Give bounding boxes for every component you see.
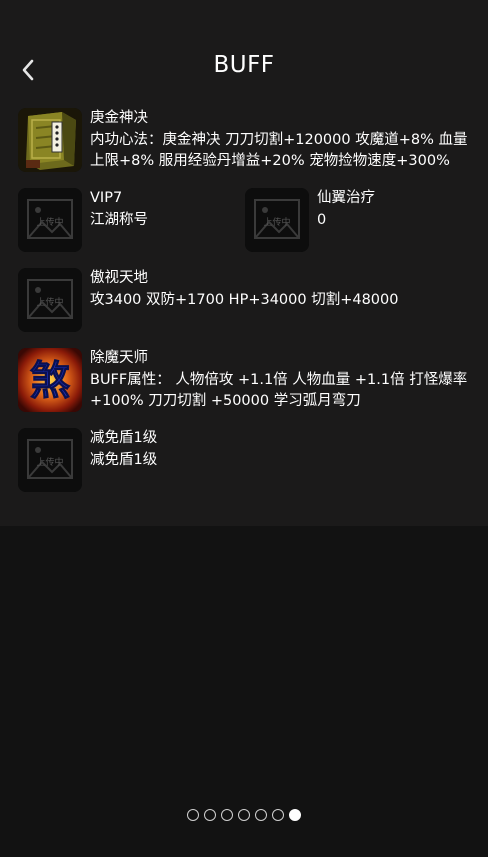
buff-name: VIP7 (90, 190, 123, 206)
buff-description: 江湖称号 (90, 211, 148, 228)
page-dot[interactable] (255, 809, 267, 821)
image-placeholder-icon: 上传中 (18, 188, 82, 252)
page-dot[interactable] (272, 809, 284, 821)
buff-panel: BUFF 庚金神决 内功心法：庚金神决 刀刀切割+120000 攻魔道+8% 血… (0, 0, 488, 526)
page-dot-active[interactable] (289, 809, 301, 821)
placeholder-text: 上传中 (36, 216, 63, 228)
buff-item-aoshi[interactable]: 上传中 傲视天地 攻3400 双防+1700 HP+34000 切割+48000 (18, 268, 474, 332)
buff-name: 除魔天师 (90, 350, 148, 366)
book-icon (18, 108, 82, 172)
placeholder-text: 上传中 (36, 296, 63, 308)
kanji-emblem-icon: 煞 (18, 348, 82, 412)
buff-name: 仙翼治疗 (317, 190, 375, 206)
buff-description: 0 (317, 211, 327, 228)
placeholder-text: 上传中 (36, 456, 63, 468)
buff-description: BUFF属性： 人物倍攻 +1.1倍 人物血量 +1.1倍 打怪爆率+100% … (90, 371, 468, 410)
buff-name: 傲视天地 (90, 270, 148, 286)
buff-item-text: 庚金神决 内功心法：庚金神决 刀刀切割+120000 攻魔道+8% 血量上限+8… (90, 108, 474, 173)
image-placeholder-icon: 上传中 (18, 428, 82, 492)
emblem-text: 煞 (30, 358, 70, 404)
image-placeholder-icon: 上传中 (18, 268, 82, 332)
image-placeholder-icon: 上传中 (245, 188, 309, 252)
buff-item-vip[interactable]: 上传中 VIP7 江湖称号 (18, 188, 238, 252)
page-dot[interactable] (221, 809, 233, 821)
page-title: BUFF (213, 52, 275, 78)
buff-item-text: 减免盾1级 减免盾1级 (90, 428, 474, 492)
placeholder-text: 上传中 (263, 216, 290, 228)
buff-item-xianyi[interactable]: 上传中 仙翼治疗 0 (245, 188, 465, 252)
page-dot[interactable] (238, 809, 250, 821)
buff-page: BUFF 庚金神决 内功心法：庚金神决 刀刀切割+120000 攻魔道+8% 血… (0, 0, 488, 857)
buff-item-jianmian[interactable]: 上传中 减免盾1级 减免盾1级 (18, 428, 474, 492)
buff-item-text: 傲视天地 攻3400 双防+1700 HP+34000 切割+48000 (90, 268, 474, 332)
page-dot[interactable] (204, 809, 216, 821)
buff-description: 攻3400 双防+1700 HP+34000 切割+48000 (90, 291, 399, 308)
buff-item-gengjin[interactable]: 庚金神决 内功心法：庚金神决 刀刀切割+120000 攻魔道+8% 血量上限+8… (18, 108, 474, 173)
page-dot[interactable] (187, 809, 199, 821)
buff-name: 庚金神决 (90, 110, 148, 126)
buff-description: 内功心法：庚金神决 刀刀切割+120000 攻魔道+8% 血量上限+8% 服用经… (90, 131, 468, 170)
buff-item-text: 仙翼治疗 0 (317, 188, 375, 252)
buff-item-text: VIP7 江湖称号 (90, 188, 148, 252)
buff-item-chumo[interactable]: 煞 除魔天师 BUFF属性： 人物倍攻 +1.1倍 人物血量 +1.1倍 打怪爆… (18, 348, 474, 413)
buff-item-text: 除魔天师 BUFF属性： 人物倍攻 +1.1倍 人物血量 +1.1倍 打怪爆率+… (90, 348, 474, 413)
page-indicator[interactable] (0, 809, 488, 821)
buff-name: 减免盾1级 (90, 430, 158, 446)
buff-description: 减免盾1级 (90, 451, 158, 468)
header: BUFF (0, 0, 488, 100)
